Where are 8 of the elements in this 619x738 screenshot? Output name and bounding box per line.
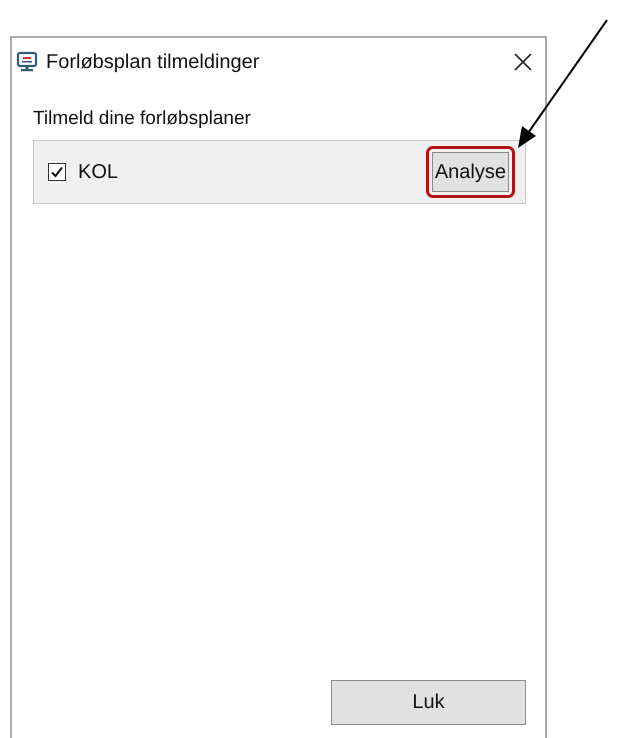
close-button[interactable]: Luk <box>331 680 526 725</box>
analyse-button[interactable]: Analyse <box>432 152 509 192</box>
close-icon[interactable] <box>513 52 533 72</box>
window-title: Forløbsplan tilmeldinger <box>46 50 260 74</box>
monitor-icon <box>16 51 38 73</box>
checkbox[interactable] <box>48 163 66 181</box>
section-heading: Tilmeld dine forløbsplaner <box>33 108 252 130</box>
plan-name: KOL <box>78 160 120 184</box>
